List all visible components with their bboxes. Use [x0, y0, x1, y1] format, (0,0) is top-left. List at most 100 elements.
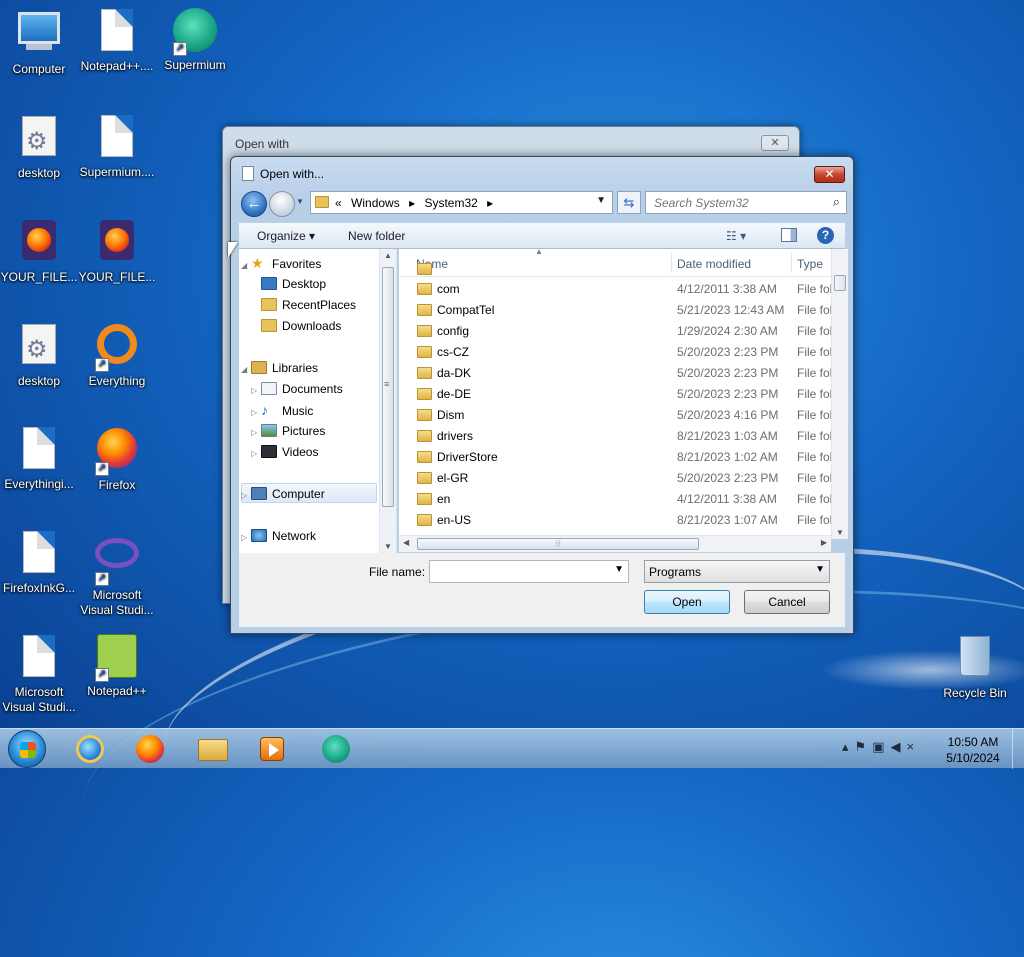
scroll-right-icon[interactable]: ▶ — [821, 538, 827, 547]
desktop-icon-ms-visual-studio[interactable]: ↗ Microsoft Visual Studi... — [78, 528, 156, 618]
open-with-dialog[interactable]: Open with... ✕ ← ▼ « Windows ▸ System32 … — [230, 156, 854, 634]
preview-pane-icon[interactable] — [781, 228, 797, 242]
nav-pictures[interactable]: ▷ Pictures — [251, 421, 325, 441]
file-row[interactable]: drivers 8/21/2023 1:03 AM File fol — [399, 426, 832, 447]
expand-arrow-icon[interactable]: ▷ — [241, 486, 251, 506]
expand-arrow-icon[interactable]: ▷ — [251, 403, 261, 423]
desktop-icon-notepadpp[interactable]: ↗ Notepad++ — [78, 632, 156, 699]
expand-arrow-icon[interactable]: ▷ — [251, 381, 261, 401]
taskbar-firefox[interactable] — [126, 733, 174, 765]
breadcrumb-separator-icon[interactable]: ▸ — [487, 196, 493, 210]
volume-muted-icon[interactable]: ◀× — [890, 739, 920, 754]
help-icon[interactable]: ? — [817, 227, 834, 244]
file-list-horizontal-scrollbar[interactable]: ◀ ⦙⦙⦙ ▶ — [399, 535, 831, 552]
file-row[interactable]: cs-CZ 5/20/2023 2:23 PM File fol — [399, 342, 832, 363]
nav-favorites[interactable]: ◢ ★ Favorites — [241, 253, 321, 273]
nav-downloads[interactable]: Downloads — [261, 316, 341, 336]
scroll-left-icon[interactable]: ◀ — [403, 538, 409, 547]
start-button[interactable] — [8, 730, 46, 768]
address-bar[interactable]: « Windows ▸ System32 ▸ ▼ — [310, 191, 613, 214]
nav-recent-places[interactable]: RecentPlaces — [261, 295, 356, 315]
new-folder-button[interactable]: New folder — [348, 229, 405, 243]
nav-videos[interactable]: ▷ Videos — [251, 442, 318, 462]
organize-button[interactable]: Organize ▾ — [257, 229, 315, 243]
breadcrumb-system32[interactable]: System32 — [424, 196, 477, 210]
taskbar-supermium[interactable] — [312, 733, 360, 765]
forward-button[interactable] — [269, 191, 295, 217]
network-tray-icon[interactable]: ▣ — [872, 739, 890, 754]
refresh-button[interactable]: ⇆ — [617, 191, 641, 214]
clock-time: 10:50 AM — [947, 735, 999, 749]
expand-arrow-icon[interactable]: ▷ — [251, 423, 261, 443]
file-row[interactable]: CompatTel 5/21/2023 12:43 AM File fol — [399, 300, 832, 321]
dialog-title-bar[interactable]: Open with... ✕ — [231, 157, 853, 189]
taskbar-internet-explorer[interactable] — [66, 733, 114, 765]
clock[interactable]: 10:50 AM 5/10/2024 — [940, 734, 1006, 766]
recent-locations-dropdown-icon[interactable]: ▼ — [296, 197, 304, 206]
back-button[interactable]: ← — [241, 191, 267, 217]
desktop-icon-desktop-2[interactable]: desktop — [0, 320, 78, 389]
scroll-down-icon[interactable]: ▼ — [384, 542, 392, 551]
file-row[interactable]: DriverStore 8/21/2023 1:02 AM File fol — [399, 447, 832, 468]
open-button[interactable]: Open — [644, 590, 730, 614]
desktop-icon-supermium[interactable]: ↗ Supermium — [156, 6, 234, 73]
desktop-icon-computer[interactable]: Computer — [0, 6, 78, 77]
nav-music[interactable]: ▷ ♪ Music — [251, 400, 313, 420]
nav-pane-scrollbar[interactable]: ▲ ≡ ▼ — [379, 249, 396, 553]
desktop-icon-everything[interactable]: ↗ Everything — [78, 320, 156, 389]
action-center-flag-icon[interactable]: ⚑ — [855, 739, 873, 754]
desktop-icon-recycle-bin[interactable]: Recycle Bin — [936, 632, 1014, 701]
scroll-down-icon[interactable]: ▼ — [836, 528, 844, 537]
nav-documents[interactable]: ▷ Documents — [251, 379, 343, 399]
change-view-icon[interactable]: ☷ ▾ — [726, 229, 746, 243]
file-row[interactable]: da-DK 5/20/2023 2:23 PM File fol — [399, 363, 832, 384]
network-icon — [251, 529, 267, 542]
file-row[interactable]: el-GR 5/20/2023 2:23 PM File fol — [399, 468, 832, 489]
file-list-scrollbar[interactable]: ▼ — [831, 249, 848, 539]
dropdown-arrow-icon[interactable]: ▼ — [815, 564, 825, 575]
close-button[interactable]: ✕ — [814, 166, 845, 183]
desktop-icon-your-file[interactable]: YOUR_FILE... — [0, 216, 78, 285]
file-type-filter[interactable]: Programs ▼ — [644, 560, 830, 583]
file-date: 8/21/2023 1:07 AM — [677, 513, 778, 527]
nav-network[interactable]: ▷ Network — [241, 526, 316, 546]
scrollbar-thumb[interactable]: ⦙⦙⦙ — [417, 538, 699, 550]
dropdown-arrow-icon[interactable]: ▼ — [614, 564, 624, 575]
taskbar-media-player[interactable] — [248, 733, 296, 765]
breadcrumb-windows[interactable]: Windows — [351, 196, 400, 210]
desktop-icon-ms-visual-studio-file[interactable]: Microsoft Visual Studi... — [0, 632, 78, 715]
cancel-button[interactable]: Cancel — [744, 590, 830, 614]
breadcrumb-overflow[interactable]: « — [335, 196, 342, 210]
file-name-combobox[interactable]: ▼ — [429, 560, 629, 583]
desktop-icon-your-file-2[interactable]: YOUR_FILE... — [78, 216, 156, 285]
nav-computer[interactable]: ▷ Computer — [241, 484, 325, 504]
expand-arrow-icon[interactable]: ▷ — [251, 444, 261, 464]
show-desktop-button[interactable] — [1012, 729, 1024, 769]
collapse-arrow-icon[interactable]: ◢ — [241, 256, 251, 276]
address-dropdown-icon[interactable]: ▼ — [596, 195, 606, 206]
desktop-icon-supermium-file[interactable]: Supermium.... — [78, 112, 156, 180]
file-row[interactable]: config 1/29/2024 2:30 AM File fol — [399, 321, 832, 342]
file-row[interactable]: en-US 8/21/2023 1:07 AM File fol — [399, 510, 832, 531]
desktop-icon-desktop[interactable]: desktop — [0, 112, 78, 181]
scroll-up-icon[interactable]: ▲ — [384, 251, 392, 260]
taskbar-explorer[interactable] — [188, 733, 236, 765]
show-hidden-icons-icon[interactable]: ▴ — [842, 739, 855, 754]
close-button[interactable]: ✕ — [761, 135, 789, 151]
desktop-icon-firefox[interactable]: ↗ Firefox — [78, 424, 156, 493]
nav-desktop[interactable]: Desktop — [261, 274, 326, 294]
desktop-icon-everything-ini[interactable]: Everythingi... — [0, 424, 78, 492]
file-row[interactable]: en 4/12/2011 3:38 AM File fol — [399, 489, 832, 510]
breadcrumb-separator-icon[interactable]: ▸ — [409, 196, 415, 210]
desktop-icon-notepadpp-file[interactable]: Notepad++.... — [78, 6, 156, 74]
file-row[interactable]: Dism 5/20/2023 4:16 PM File fol — [399, 405, 832, 426]
search-box[interactable]: ⌕ — [645, 191, 847, 214]
nav-libraries[interactable]: ◢ Libraries — [241, 358, 318, 378]
expand-arrow-icon[interactable]: ▷ — [241, 528, 251, 548]
file-row[interactable]: de-DE 5/20/2023 2:23 PM File fol — [399, 384, 832, 405]
desktop-icon-firefox-ink[interactable]: FirefoxInkG... — [0, 528, 78, 596]
search-input[interactable] — [652, 193, 822, 212]
file-row[interactable]: com 4/12/2011 3:38 AM File fol — [399, 279, 832, 300]
scrollbar-thumb[interactable] — [834, 275, 846, 291]
collapse-arrow-icon[interactable]: ◢ — [241, 360, 251, 380]
